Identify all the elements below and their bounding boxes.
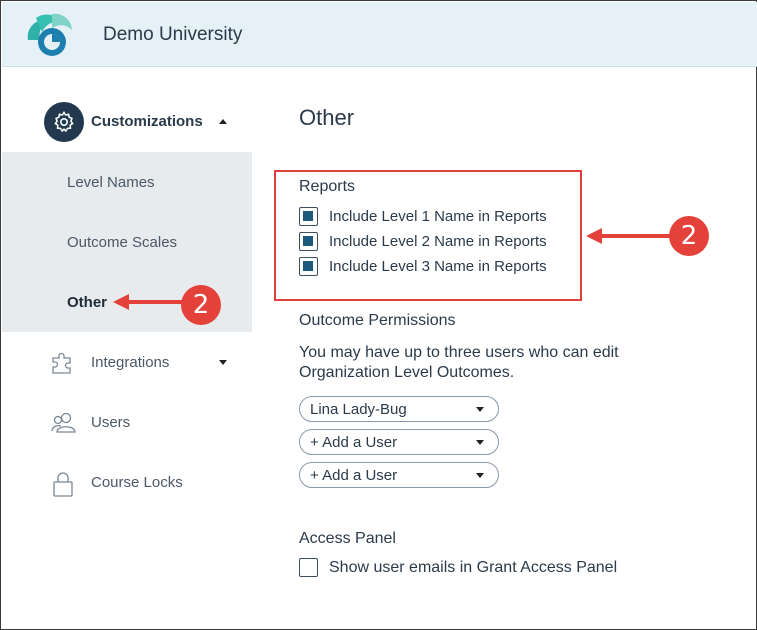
callout-highlight-box [274,170,582,301]
access-panel-title: Access Panel [299,530,396,547]
callout-badge: 2 [181,285,221,325]
user-select-1[interactable]: Lina Lady-Bug [299,396,499,422]
subnav-item-other[interactable]: Other [67,294,107,311]
lock-icon [50,470,76,503]
select-value: + Add a User [310,434,398,451]
sidebar-item-label: Course Locks [91,474,183,491]
chevron-up-icon[interactable] [219,119,227,124]
user-select-3[interactable]: + Add a User [299,462,499,488]
chevron-down-icon [476,473,484,478]
permissions-description: You may have up to three users who can e… [299,344,619,381]
checkbox-label: Show user emails in Grant Access Panel [329,559,618,576]
select-value: Lina Lady-Bug [310,401,407,418]
app-window: Demo University Customizations Level Nam… [0,0,757,630]
chevron-down-icon[interactable] [219,360,227,365]
puzzle-icon [50,350,76,381]
org-name: Demo University [103,24,243,45]
sidebar-item-label: Integrations [91,354,170,371]
main-content: Other Reports Include Level 1 Name in Re… [299,67,739,627]
top-header: Demo University [2,2,757,67]
show-emails-checkbox[interactable] [299,558,318,577]
chevron-down-icon [476,407,484,412]
subnav-item-outcome-scales[interactable]: Outcome Scales [67,234,177,251]
outcome-permissions-title: Outcome Permissions [299,312,456,329]
users-icon [50,410,78,441]
user-select-2[interactable]: + Add a User [299,429,499,455]
sidebar-item-customizations[interactable]: Customizations [2,67,252,152]
sidebar-item-course-locks[interactable]: Course Locks [2,462,252,502]
callout-arrow-icon [113,294,183,310]
sidebar: Customizations Level Names Outcome Scale… [2,67,252,630]
callout-badge: 2 [669,216,709,256]
sidebar-item-label: Customizations [91,113,203,130]
chevron-down-icon [476,440,484,445]
callout-arrow-icon [586,228,671,244]
subnav-item-level-names[interactable]: Level Names [67,174,155,191]
sidebar-item-integrations[interactable]: Integrations [2,342,252,382]
sidebar-item-label: Users [91,414,131,431]
select-value: + Add a User [310,467,398,484]
gear-icon [44,102,84,142]
app-logo-icon [22,12,74,58]
page-title: Other [299,105,355,130]
sidebar-item-users[interactable]: Users [2,402,252,442]
